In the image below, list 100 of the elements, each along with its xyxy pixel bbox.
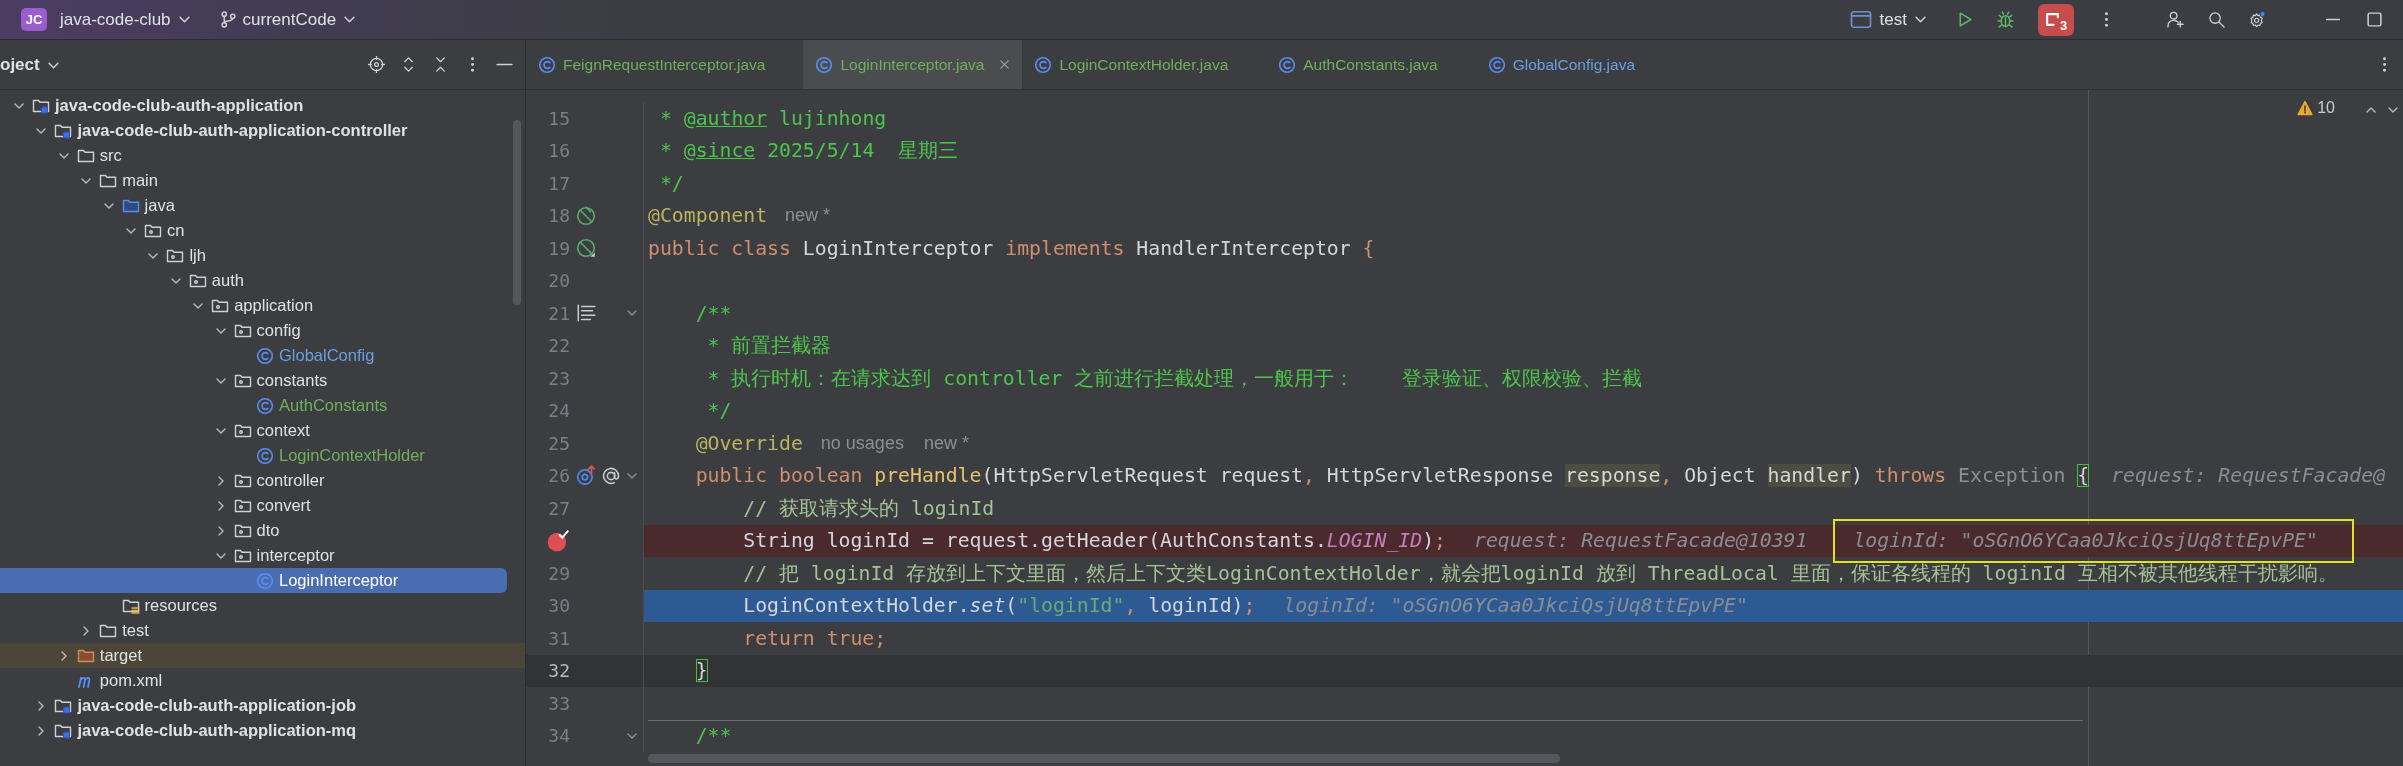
tree-item[interactable]: constants xyxy=(0,368,507,393)
line-number: 23 xyxy=(548,367,570,389)
project-dropdown[interactable]: java-code-club xyxy=(54,6,196,33)
method-name: preHandle xyxy=(874,464,982,488)
tree-item[interactable]: pom.xml xyxy=(0,668,507,693)
tree-item[interactable]: java xyxy=(0,193,507,218)
add-user-icon[interactable] xyxy=(2167,11,2184,28)
class-icon xyxy=(256,346,274,365)
breakpoint-icon[interactable] xyxy=(546,528,570,553)
keyword: { xyxy=(1362,236,1375,260)
project-logo: JC xyxy=(21,8,47,31)
keyword: , xyxy=(1303,464,1316,488)
crosshair-icon[interactable] xyxy=(368,56,385,73)
override-icon[interactable] xyxy=(575,464,597,487)
scrollbar-thumb[interactable] xyxy=(648,754,1560,763)
tree-item[interactable]: test xyxy=(0,618,507,643)
tree-item[interactable]: resources xyxy=(0,593,507,618)
tree-item[interactable]: context xyxy=(0,418,507,443)
bug-icon[interactable] xyxy=(1997,11,2014,28)
window-icon xyxy=(2044,12,2060,27)
editor-tab[interactable]: FeignRequestInterceptor.java xyxy=(526,40,804,89)
tree-item[interactable]: ljh xyxy=(0,243,507,268)
tree-item[interactable]: LoginInterceptor xyxy=(0,568,507,593)
line-number: 17 xyxy=(548,172,570,194)
line-number: 25 xyxy=(548,432,570,454)
circle-slash-icon[interactable] xyxy=(575,237,597,260)
code-text: LoginInterceptor xyxy=(802,236,995,260)
parameter-name: handler xyxy=(1767,464,1851,488)
code-text: ( xyxy=(1005,594,1018,618)
line-number: 26 xyxy=(548,465,570,487)
matched-brace: { xyxy=(2077,464,2090,488)
search-icon[interactable] xyxy=(2208,11,2225,28)
tree-item[interactable]: main xyxy=(0,168,507,193)
tree-item[interactable]: LoginContextHolder xyxy=(0,443,507,468)
keyword: , xyxy=(1660,464,1674,488)
tree-item[interactable]: target xyxy=(0,643,525,668)
constant-name: LOGIN_ID xyxy=(1326,529,1423,553)
line-number: 18 xyxy=(548,205,570,227)
comment-text: * 前置拦截器 xyxy=(707,333,832,360)
line-number: 34 xyxy=(548,725,570,747)
branch-icon xyxy=(219,11,237,28)
editor-tab[interactable]: LoginContextHolder.java xyxy=(1022,40,1267,89)
tree-item[interactable]: interceptor xyxy=(0,543,507,568)
comment-text: * 执行时机：在请求达到 controller 之前进行拦截处理，一般用于： 登录验证、权限校验、拦截 xyxy=(707,365,1642,392)
caret-icon xyxy=(178,16,190,23)
code-text: loginId) xyxy=(1148,594,1244,618)
line-number: 16 xyxy=(548,140,570,162)
tree-item[interactable]: java-code-club-auth-application-job xyxy=(0,693,507,718)
keyword: ; xyxy=(1243,594,1256,618)
tree-item[interactable]: cn xyxy=(0,218,507,243)
tree-item[interactable]: controller xyxy=(0,468,507,493)
line-number: 21 xyxy=(548,302,570,324)
sessions-button[interactable]: 3 xyxy=(2038,3,2074,36)
tree-item[interactable]: convert xyxy=(0,493,507,518)
debug-value: request: RequestFacade@10391 xyxy=(1473,529,1808,553)
doc-tag: @author xyxy=(683,106,768,130)
editor-tab[interactable]: AuthConstants.java xyxy=(1266,40,1476,89)
tree-item[interactable]: AuthConstants xyxy=(0,393,507,418)
class-icon xyxy=(256,396,274,415)
warning-icon xyxy=(2297,100,2314,116)
comment-text: */ xyxy=(659,171,684,195)
tree-item[interactable]: config xyxy=(0,318,507,343)
comment-text: * xyxy=(659,139,673,163)
debug-value: loginId: "oSGnO6YCaa0JkciQsjUq8ttEpvPE" xyxy=(1833,518,2354,563)
comment-text: /** xyxy=(695,301,732,325)
tree-item[interactable]: application xyxy=(0,293,507,318)
close-icon[interactable] xyxy=(998,59,1010,70)
inline-hint: no usages xyxy=(820,432,904,454)
circle-slash-icon[interactable] xyxy=(575,204,597,227)
keyword: implements xyxy=(1005,236,1126,260)
tree-item[interactable]: GlobalConfig xyxy=(0,343,507,368)
panel-title[interactable]: oject xyxy=(0,54,40,75)
tree-item[interactable]: java-code-club-auth-application-controller xyxy=(0,118,507,143)
doc-tag: @since xyxy=(683,139,756,163)
run-config-dropdown[interactable]: test xyxy=(1843,6,1932,33)
keyword: public boolean xyxy=(695,464,864,488)
settings-icon[interactable] xyxy=(2249,11,2266,28)
caret-icon xyxy=(344,16,356,23)
method-name: set xyxy=(969,594,1006,618)
code-text: HandlerInterceptor xyxy=(1136,236,1352,260)
tree-item[interactable]: dto xyxy=(0,518,507,543)
maximize-icon[interactable] xyxy=(2366,11,2383,28)
code-text: (HttpServletRequest request xyxy=(981,464,1304,488)
tree-item[interactable]: java-code-club-auth-application xyxy=(0,93,507,118)
scrollbar-thumb[interactable] xyxy=(513,120,521,305)
warnings-indicator[interactable]: 10 xyxy=(2297,99,2335,117)
tree-item[interactable]: src xyxy=(0,143,507,168)
comment-text: */ xyxy=(707,399,732,423)
line-number: 15 xyxy=(548,107,570,129)
tree-item[interactable]: java-code-club-auth-application-mq xyxy=(0,718,507,743)
line-number: 33 xyxy=(548,692,570,714)
annotation: @Component xyxy=(648,204,768,228)
editor-tab[interactable]: GlobalConfig.java xyxy=(1475,40,1674,89)
branch-dropdown[interactable]: currentCode xyxy=(236,6,362,33)
caret-icon[interactable] xyxy=(47,62,59,69)
code-text: ) xyxy=(1850,464,1864,488)
line-number: 27 xyxy=(548,497,570,519)
tree-item[interactable]: auth xyxy=(0,268,507,293)
inline-hint: new * xyxy=(923,432,969,454)
caret-icon xyxy=(1915,16,1926,23)
